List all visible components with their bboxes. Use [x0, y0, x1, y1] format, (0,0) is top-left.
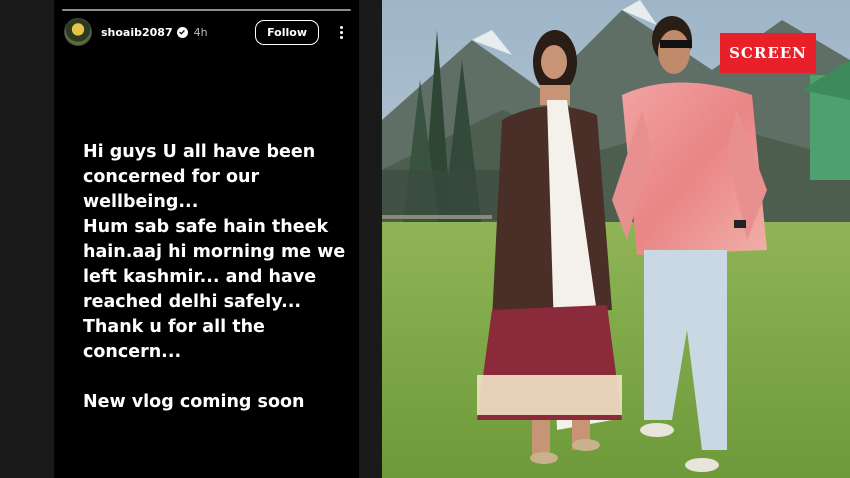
avatar[interactable] — [64, 18, 92, 46]
verified-badge-icon — [176, 26, 188, 38]
username[interactable]: shoaib2087 — [101, 26, 173, 39]
story-progress-bar — [62, 9, 351, 11]
screen-logo: SCREEN — [720, 33, 816, 73]
instagram-story: shoaib2087 4h Follow Hi guys U all have … — [54, 0, 359, 478]
post-time: 4h — [193, 25, 208, 39]
follow-button[interactable]: Follow — [255, 19, 319, 45]
story-header: shoaib2087 4h Follow — [64, 17, 351, 47]
more-vertical-icon[interactable] — [331, 25, 351, 39]
story-text: Hi guys U all have been concerned for ou… — [83, 142, 346, 412]
